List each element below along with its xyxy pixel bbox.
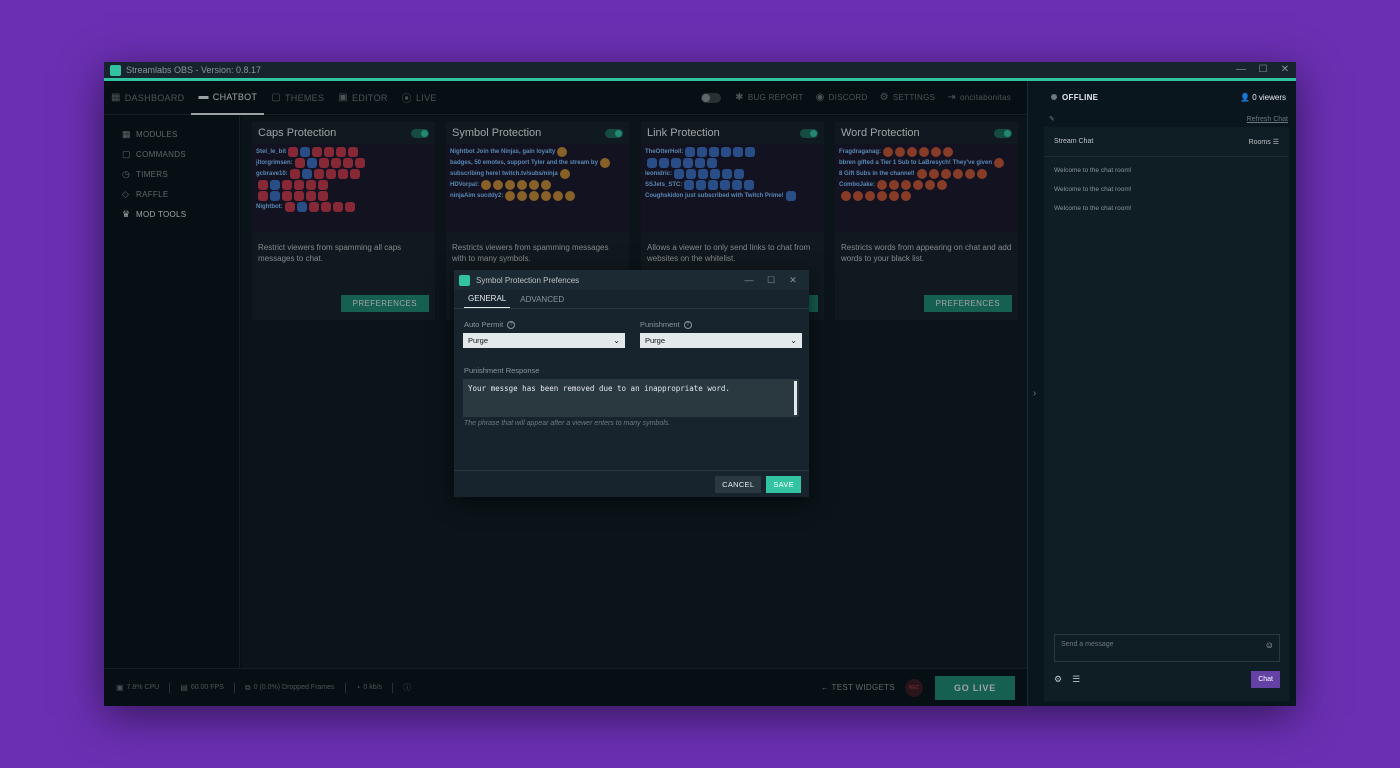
- modal-title-bar: Symbol Protection Prefences — ☐ ✕: [454, 270, 809, 290]
- stream-status: OFFLINE: [1062, 92, 1099, 102]
- chat-title: Stream Chat: [1054, 138, 1094, 145]
- title-bar: Streamlabs OBS - Version: 0.8.17 — ☐ ✕: [104, 62, 1296, 78]
- chat-panel: OFFLINE 👤 0 viewers ✎ Refresh Chat Strea…: [1041, 81, 1296, 706]
- emoji-icon[interactable]: ☺: [1265, 640, 1274, 650]
- chat-message: Welcome to the chat room!: [1054, 205, 1132, 212]
- punishment-response-hint: The phrase that will appear after a view…: [464, 420, 671, 427]
- symbol-protection-modal: Symbol Protection Prefences — ☐ ✕ GENERA…: [454, 270, 809, 497]
- refresh-chat-link[interactable]: Refresh Chat: [1247, 116, 1288, 123]
- chat-send-button[interactable]: Chat: [1251, 670, 1280, 688]
- close-icon[interactable]: ✕: [1274, 62, 1296, 78]
- tab-advanced[interactable]: ADVANCED: [516, 295, 568, 308]
- cancel-button[interactable]: CANCEL: [715, 475, 762, 493]
- auto-permit-select[interactable]: Purge ⌄: [463, 333, 625, 348]
- modal-footer: CANCEL SAVE: [454, 470, 809, 497]
- chat-settings-gear-icon[interactable]: ⚙: [1054, 674, 1062, 685]
- chat-collapse-toggle[interactable]: ›: [1027, 81, 1041, 706]
- maximize-icon[interactable]: ☐: [1252, 62, 1274, 78]
- user-icon: 👤: [1240, 92, 1253, 102]
- chevron-down-icon: ⌄: [613, 336, 620, 345]
- rooms-list-icon: ☰: [1272, 138, 1279, 146]
- modal-title: Symbol Protection Prefences: [476, 275, 580, 285]
- tab-general[interactable]: GENERAL: [464, 294, 511, 308]
- chat-message: Welcome to the chat room!: [1054, 167, 1132, 174]
- status-dot-icon: [1051, 94, 1057, 100]
- punishment-select[interactable]: Purge ⌄: [640, 333, 802, 348]
- modal-minimize-icon[interactable]: —: [738, 275, 760, 286]
- chat-message-input[interactable]: Send a message ☺: [1054, 634, 1280, 662]
- viewer-count: 👤 0 viewers: [1240, 92, 1286, 102]
- minimize-icon[interactable]: —: [1230, 62, 1252, 78]
- chevron-right-icon: ›: [1032, 388, 1037, 399]
- chevron-down-icon: ⌄: [790, 336, 797, 345]
- chat-box: Stream Chat Rooms ☰ Welcome to the chat …: [1044, 127, 1289, 701]
- chat-message: Welcome to the chat room!: [1054, 186, 1132, 193]
- modal-maximize-icon[interactable]: ☐: [760, 275, 782, 286]
- viewer-list-icon[interactable]: ☰: [1072, 674, 1080, 685]
- streamlabs-logo-icon: [459, 274, 470, 286]
- punishment-response-textarea[interactable]: Your messge has been removed due to an i…: [463, 379, 799, 417]
- modal-close-icon[interactable]: ✕: [782, 275, 804, 286]
- modal-tabs: GENERAL ADVANCED: [454, 290, 809, 309]
- help-icon[interactable]: ?: [683, 320, 692, 329]
- edit-pencil-icon[interactable]: ✎: [1049, 115, 1055, 123]
- rooms-button[interactable]: Rooms ☰: [1249, 138, 1279, 146]
- help-icon[interactable]: ?: [507, 320, 516, 329]
- save-button[interactable]: SAVE: [766, 475, 801, 493]
- window-title: Streamlabs OBS - Version: 0.8.17: [126, 65, 262, 75]
- streamlabs-logo-icon: [110, 64, 121, 76]
- auto-permit-label: Auto Permit ?: [464, 320, 516, 329]
- punishment-label: Punishment ?: [640, 320, 692, 329]
- textarea-scrollbar[interactable]: [794, 381, 797, 415]
- punishment-response-label: Punishment Response: [464, 366, 540, 375]
